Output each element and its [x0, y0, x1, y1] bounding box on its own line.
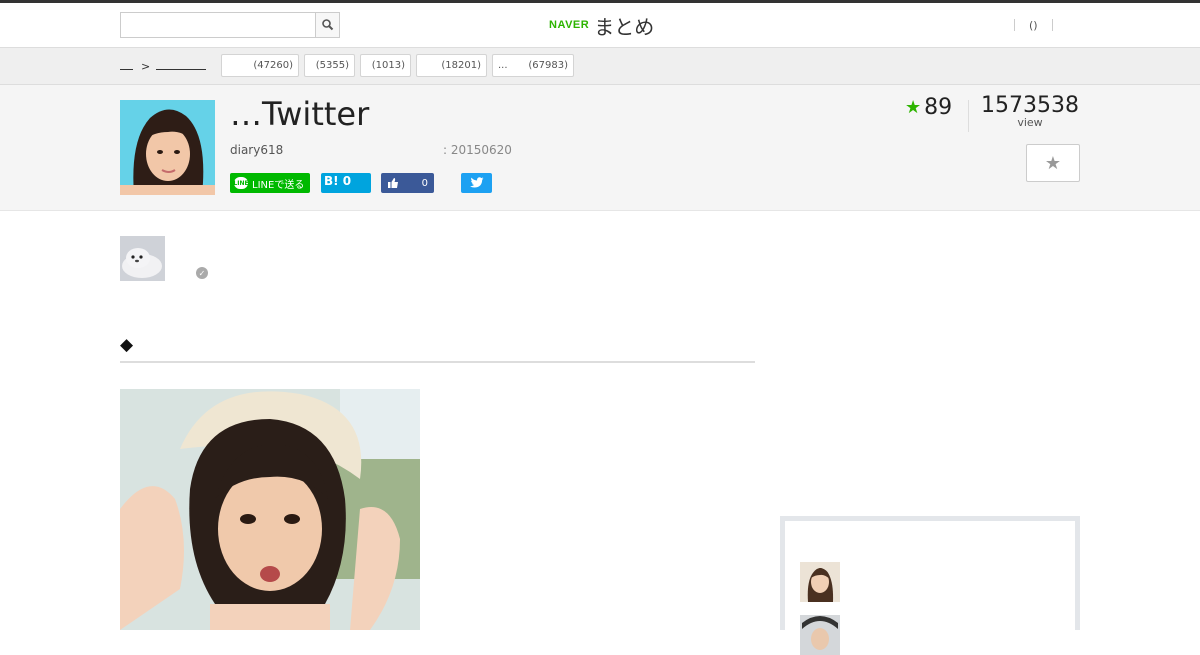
search-box [120, 12, 340, 38]
category-tag[interactable]: ... (67983) [492, 54, 574, 77]
category-tag[interactable]: (1013) [360, 54, 411, 77]
add-favorite-button[interactable]: ★ [1026, 144, 1080, 182]
related-item-thumbnail[interactable] [800, 562, 840, 602]
seal-image [120, 236, 165, 281]
twitter-share-button[interactable] [461, 173, 492, 193]
curator-avatar[interactable] [120, 236, 165, 281]
divider [1014, 19, 1015, 31]
category-label: ... [498, 60, 508, 71]
thumbs-up-icon [388, 178, 398, 188]
category-count: (67983) [528, 60, 568, 71]
site-logo[interactable]: NAVER まとめ [549, 12, 655, 39]
related-item-thumbnail[interactable] [800, 615, 840, 655]
star-icon: ★ [905, 97, 922, 118]
portrait-image [800, 562, 840, 602]
article-thumbnail [120, 100, 215, 195]
favorite-count: ★ 89 [905, 95, 952, 120]
section-heading: ◆ [120, 335, 755, 363]
view-count: 1573538 view [980, 93, 1080, 129]
header-user-links: () [1014, 17, 1053, 33]
category-tag[interactable]: (47260) [221, 54, 299, 77]
article-author[interactable]: diary618 [230, 143, 283, 157]
breadcrumb-home-link[interactable] [120, 62, 133, 70]
line-share-button[interactable]: LINE LINEで送る [230, 173, 310, 193]
facebook-like-button[interactable]: 0 [381, 173, 434, 193]
search-icon [322, 19, 334, 31]
photobook-cover-image [120, 389, 420, 630]
breadcrumb: > [120, 58, 207, 74]
article-header: …Twitter diary618 : 20150620 LINE LINEで送… [0, 85, 1200, 211]
search-button[interactable] [315, 13, 339, 37]
favorite-count-value: 89 [924, 95, 953, 120]
star-icon: ★ [1044, 152, 1062, 174]
category-tag[interactable]: (5355) [304, 54, 355, 77]
twitter-icon [469, 177, 483, 188]
category-count: (47260) [253, 60, 293, 71]
hatena-bookmark-button[interactable]: B! 0 [321, 173, 371, 193]
article-title: …Twitter [230, 95, 370, 133]
category-list: (47260) (5355) (1013) (18201) ... (67983… [221, 54, 579, 77]
divider [1051, 19, 1053, 31]
verified-icon: ✓ [196, 267, 208, 279]
sidebar-related-box [780, 516, 1080, 655]
portrait-image [800, 615, 840, 655]
portrait-image [120, 100, 215, 195]
breadcrumb-arrow: > [141, 59, 151, 73]
divider [968, 100, 969, 132]
line-icon: LINE [233, 177, 249, 189]
category-count: (1013) [371, 60, 405, 71]
line-share-label: LINEで送る [252, 179, 305, 191]
mypage-link[interactable]: () [1029, 19, 1038, 32]
view-count-value: 1573538 [981, 93, 1079, 118]
facebook-like-count: 0 [421, 177, 428, 189]
category-count: (5355) [315, 60, 349, 71]
search-input[interactable] [121, 13, 316, 37]
article-date: : 20150620 [443, 143, 512, 157]
logo-matome: まとめ [594, 14, 655, 39]
category-count: (18201) [441, 60, 481, 71]
hatena-label: B! 0 [324, 174, 352, 188]
site-header: NAVER まとめ () [0, 3, 1200, 48]
category-tag[interactable]: (18201) [416, 54, 487, 77]
logo-naver: NAVER [549, 19, 590, 31]
category-bar: > (47260) (5355) (1013) (18201) ... (679… [0, 48, 1200, 85]
article-photo [120, 389, 420, 630]
breadcrumb-category-link[interactable] [156, 62, 207, 70]
